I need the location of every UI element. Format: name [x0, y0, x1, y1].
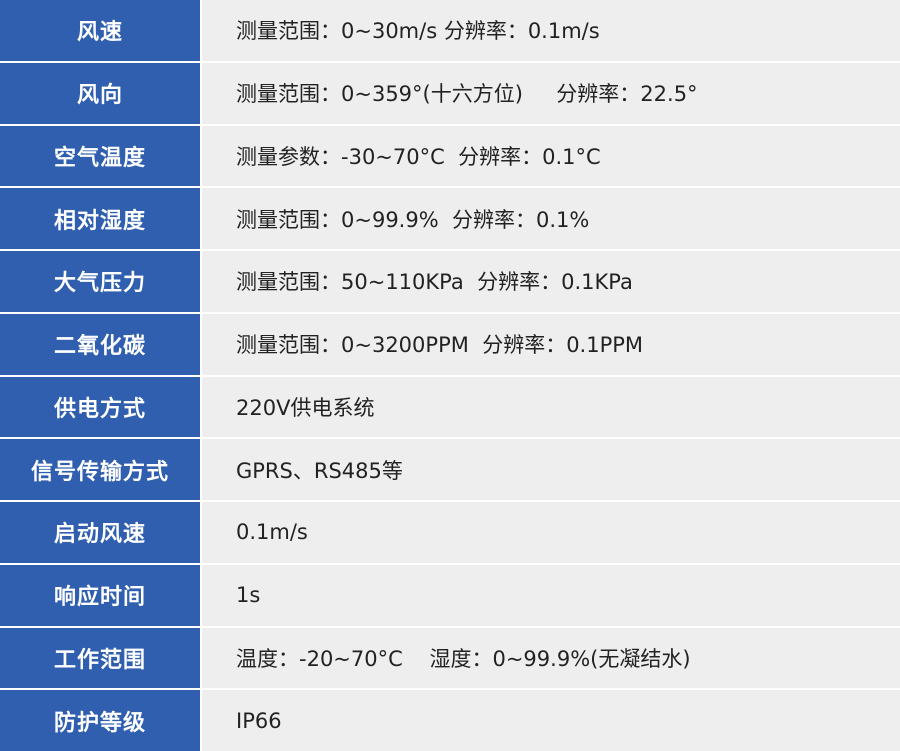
label-signal-transmission: 信号传输方式: [0, 439, 200, 500]
value-signal-transmission: GPRS、RS485等: [202, 439, 900, 500]
label-co2: 二氧化碳: [0, 313, 200, 375]
label-working-range: 工作范围: [0, 627, 200, 689]
value-start-wind-speed: 0.1m/s: [202, 502, 900, 563]
value-protection-level: IP66: [202, 690, 900, 751]
label-wind-speed: 风速: [0, 0, 200, 61]
value-co2: 测量范围：0~3200PPM 分辨率：0.1PPM: [202, 313, 900, 375]
label-air-pressure: 大气压力: [0, 251, 200, 312]
label-wind-direction: 风向: [0, 62, 200, 124]
value-working-range: 温度：-20~70°C 湿度：0~99.9%(无凝结水): [202, 627, 900, 689]
label-response-time: 响应时间: [0, 564, 200, 626]
value-air-pressure: 测量范围：50~110KPa 分辨率：0.1KPa: [202, 251, 900, 312]
value-response-time: 1s: [202, 564, 900, 626]
label-relative-humidity: 相对湿度: [0, 188, 200, 249]
label-power-supply: 供电方式: [0, 376, 200, 438]
value-relative-humidity: 测量范围：0~99.9% 分辨率：0.1%: [202, 188, 900, 249]
label-air-temperature: 空气温度: [0, 125, 200, 187]
label-start-wind-speed: 启动风速: [0, 502, 200, 563]
spec-table: 风速 测量范围：0~30m/s 分辨率：0.1m/s 风向 测量范围：0~359…: [0, 0, 900, 751]
value-power-supply: 220V供电系统: [202, 376, 900, 438]
value-wind-direction: 测量范围：0~359°(十六方位) 分辨率：22.5°: [202, 62, 900, 124]
value-air-temperature: 测量参数：-30~70°C 分辨率：0.1°C: [202, 125, 900, 187]
value-wind-speed: 测量范围：0~30m/s 分辨率：0.1m/s: [202, 0, 900, 61]
label-protection-level: 防护等级: [0, 690, 200, 751]
